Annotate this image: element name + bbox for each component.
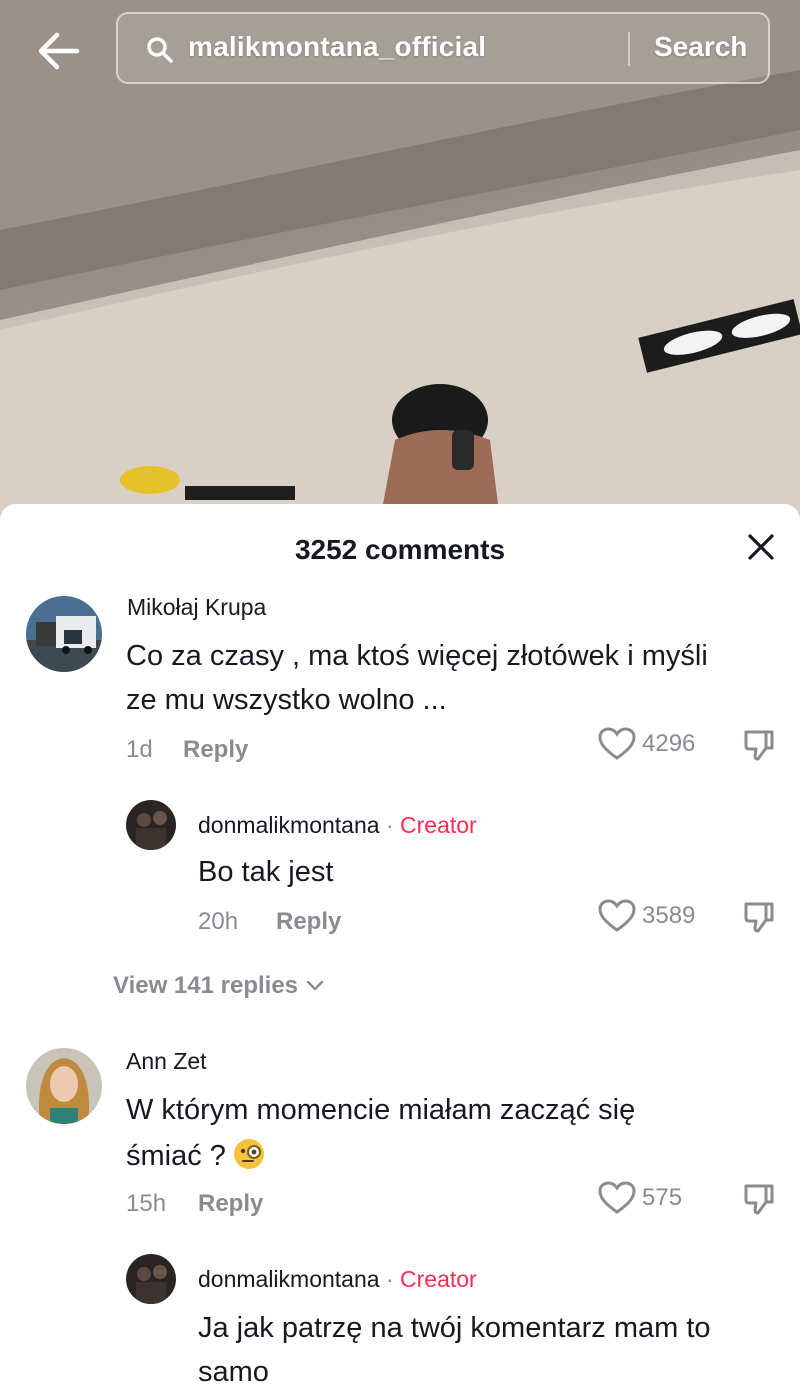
heart-icon bbox=[598, 1181, 636, 1214]
search-divider bbox=[628, 32, 630, 66]
separator: · bbox=[385, 1266, 394, 1292]
like-count: 575 bbox=[642, 1184, 683, 1211]
search-query-text: malikmontana_official bbox=[188, 31, 487, 62]
reply-author-name: donmalikmontana bbox=[198, 1266, 380, 1292]
comment-item: Ann Zet W którym momencie miałam zacząć … bbox=[0, 504, 800, 1388]
arrow-left-icon bbox=[38, 32, 80, 70]
search-header: malikmontana_official Search bbox=[0, 12, 800, 88]
avatar[interactable] bbox=[126, 1254, 176, 1304]
comment-author[interactable]: Ann Zet bbox=[126, 1048, 207, 1075]
reply-author[interactable]: donmalikmontana · Creator bbox=[198, 1266, 477, 1293]
creator-badge: Creator bbox=[400, 1266, 477, 1292]
comment-text: W którym momencie miałam zacząć się bbox=[126, 1094, 636, 1126]
comment-text: śmiać ? bbox=[126, 1134, 266, 1178]
search-input[interactable]: malikmontana_official Search bbox=[116, 12, 770, 84]
reply-text: Ja jak patrzę na twój komentarz mam to bbox=[198, 1312, 711, 1344]
search-button[interactable]: Search bbox=[654, 31, 747, 63]
comment-time: 15h bbox=[126, 1190, 167, 1217]
video-player[interactable]: malikmontana_official Search bbox=[0, 0, 800, 520]
dislike-icon[interactable] bbox=[742, 1182, 776, 1216]
search-icon bbox=[147, 37, 173, 63]
back-button[interactable] bbox=[34, 26, 84, 76]
like-button[interactable]: 575 bbox=[598, 1180, 682, 1216]
avatar[interactable] bbox=[26, 1048, 102, 1124]
comment-text-line: śmiać ? bbox=[126, 1140, 226, 1172]
reply-button[interactable]: Reply bbox=[198, 1190, 263, 1218]
face-with-monocle-emoji-icon bbox=[233, 1139, 264, 1169]
comments-panel: 3252 comments Mikołaj Krupa Co za czasy … bbox=[0, 504, 800, 1388]
reply-text: samo bbox=[198, 1356, 269, 1388]
